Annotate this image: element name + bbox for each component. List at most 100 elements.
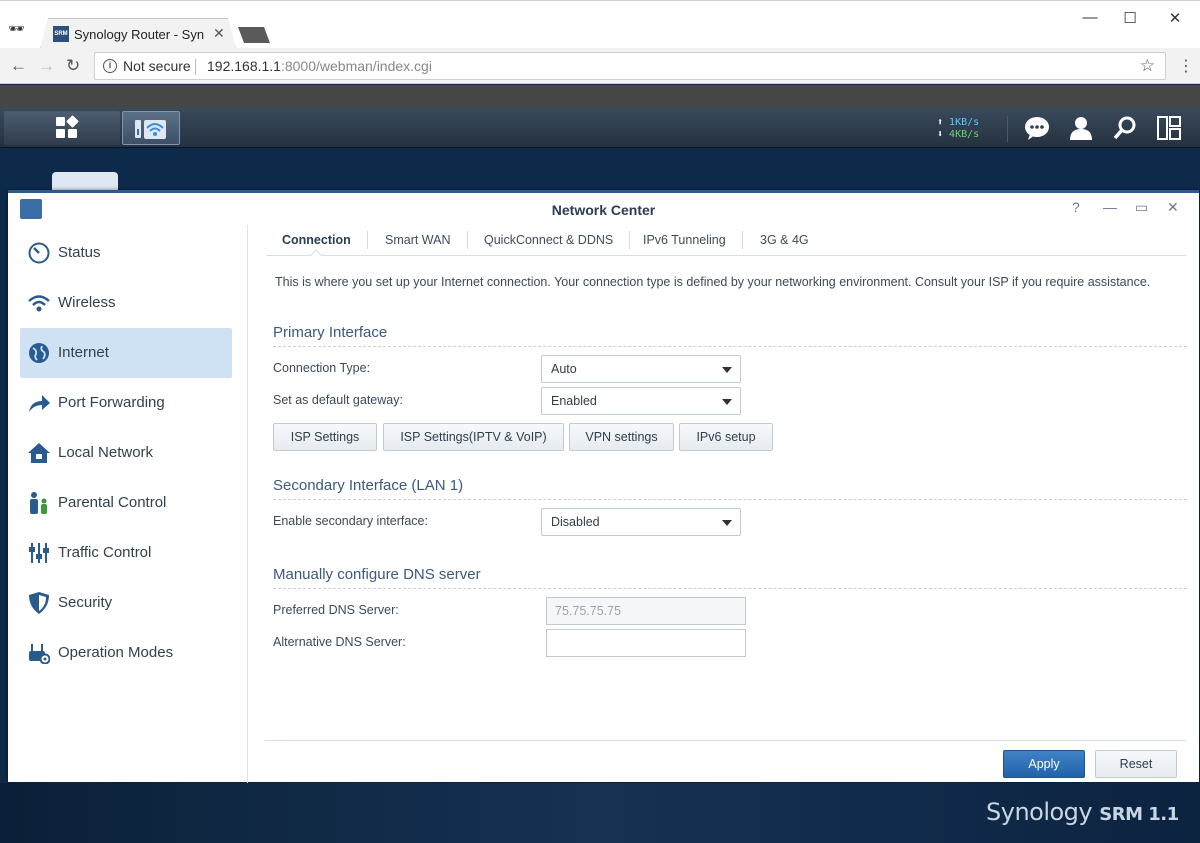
desktop-network-center-shortcut-icon[interactable] [52, 172, 118, 192]
apply-button[interactable]: Apply [1003, 750, 1085, 778]
isp-settings-button[interactable]: ISP Settings [273, 423, 377, 451]
browser-menu-icon[interactable]: ⋮ [1178, 56, 1194, 76]
section-divider [273, 588, 1187, 589]
chevron-down-icon [722, 367, 732, 373]
preferred-dns-placeholder: 75.75.75.75 [555, 604, 622, 618]
globe-icon [29, 343, 49, 363]
info-icon[interactable]: i [103, 59, 117, 73]
default-gateway-select[interactable]: Enabled [541, 387, 741, 415]
dns-heading: Manually configure DNS server [273, 566, 481, 583]
network-center-icon [135, 120, 166, 139]
url-input[interactable]: i Not secure 192.168.1.1:8000/webman/ind… [94, 52, 1166, 80]
main-menu-grid-icon [56, 115, 79, 139]
tab-ipv6-tunneling[interactable]: IPv6 Tunneling [627, 231, 743, 249]
new-tab-button[interactable] [238, 27, 270, 43]
sidebar-item-label: Local Network [58, 444, 154, 461]
sidebar-item-operation-modes[interactable]: Operation Modes [20, 628, 232, 678]
alternative-dns-input[interactable] [546, 629, 746, 657]
close-tab-icon[interactable]: ✕ [213, 25, 225, 42]
help-icon[interactable]: ? [1072, 199, 1080, 215]
brand-product: SRM 1.1 [1099, 804, 1179, 825]
gauge-icon [28, 242, 50, 264]
sidebar: Status Wireless Internet Port Forwarding… [8, 225, 248, 785]
section-divider [273, 499, 1187, 500]
tab-quickconnect-ddns[interactable]: QuickConnect & DDNS [468, 231, 631, 249]
download-speed: 4KB/s [949, 129, 980, 140]
forward-arrow-icon [29, 395, 50, 412]
wifi-icon [28, 295, 50, 312]
secondary-interface-heading: Secondary Interface (LAN 1) [273, 477, 464, 494]
sidebar-item-port-forwarding[interactable]: Port Forwarding [20, 378, 232, 428]
upload-arrow-icon: ⬆ [937, 117, 950, 128]
house-icon [28, 443, 50, 463]
main-menu-button[interactable] [4, 111, 120, 145]
srm-taskbar: ⬆ 1KB/s ⬇ 4KB/s [0, 108, 1200, 148]
forward-icon[interactable]: → [38, 56, 55, 76]
footer-divider [264, 740, 1186, 741]
search-icon[interactable] [1113, 116, 1137, 140]
sidebar-item-status[interactable]: Status [20, 228, 232, 278]
section-divider [273, 346, 1187, 347]
address-bar-row: ← → ↻ i Not secure 192.168.1.1:8000/webm… [0, 48, 1200, 84]
sidebar-item-label: Traffic Control [58, 544, 152, 561]
sidebar-item-wireless[interactable]: Wireless [20, 278, 232, 328]
ipv6-setup-button[interactable]: IPv6 setup [679, 423, 773, 451]
connection-type-select[interactable]: Auto [541, 355, 741, 383]
maximize-window-icon[interactable]: ☐ [1120, 9, 1140, 27]
url-separator [195, 59, 196, 75]
isp-settings-iptv-voip-button[interactable]: ISP Settings(IPTV & VoIP) [383, 423, 564, 451]
security-indicator[interactable]: Not secure [123, 58, 191, 74]
tab-bar: Connection Smart WAN QuickConnect & DDNS… [266, 225, 1186, 261]
sidebar-item-security[interactable]: Security [20, 578, 232, 628]
bookmark-star-icon[interactable]: ☆ [1140, 56, 1155, 76]
tab-connection[interactable]: Connection [266, 231, 368, 249]
preferred-dns-label: Preferred DNS Server: [273, 603, 399, 617]
tab-underline [266, 255, 1186, 256]
sidebar-item-label: Port Forwarding [58, 394, 165, 411]
synology-srm-logo: Synology SRM 1.1 [986, 798, 1179, 826]
enable-secondary-label: Enable secondary interface: [273, 514, 428, 528]
router-gear-icon [29, 644, 50, 664]
close-window-icon[interactable]: ✕ [1165, 9, 1185, 27]
chevron-down-icon [722, 520, 732, 526]
browser-tab[interactable]: SRM Synology Router - Synology ✕ [40, 18, 236, 49]
download-arrow-icon: ⬇ [937, 129, 950, 140]
preferred-dns-input[interactable]: 75.75.75.75 [546, 597, 746, 625]
sidebar-item-internet[interactable]: Internet [20, 328, 232, 378]
tab-smart-wan[interactable]: Smart WAN [369, 231, 468, 249]
incognito-icon: 🕶 [8, 21, 25, 36]
notifications-chat-icon[interactable] [1024, 116, 1050, 140]
back-icon[interactable]: ← [10, 56, 27, 76]
default-gateway-label: Set as default gateway: [273, 393, 403, 407]
window-maximize-icon[interactable]: ▭ [1135, 199, 1148, 216]
network-center-window: Network Center ? — ▭ ✕ Status Wireless I… [8, 190, 1199, 785]
widgets-icon[interactable] [1157, 116, 1181, 140]
sidebar-item-label: Status [58, 244, 101, 261]
family-icon [30, 492, 47, 514]
url-text[interactable]: 192.168.1.1:8000/webman/index.cgi [207, 58, 432, 74]
sidebar-item-parental-control[interactable]: Parental Control [20, 478, 232, 528]
vpn-settings-button[interactable]: VPN settings [569, 423, 674, 451]
minimize-window-icon[interactable]: — [1080, 9, 1100, 26]
network-center-taskbar-button[interactable] [122, 111, 180, 145]
connection-type-label: Connection Type: [273, 361, 371, 375]
sidebar-item-local-network[interactable]: Local Network [20, 428, 232, 478]
network-speed-indicator: ⬆ 1KB/s ⬇ 4KB/s [937, 117, 979, 141]
reload-icon[interactable]: ↻ [66, 56, 80, 76]
connection-type-value: Auto [551, 362, 577, 376]
url-path: :8000/webman/index.cgi [280, 58, 432, 74]
user-icon[interactable] [1069, 116, 1093, 140]
tab-title: Synology Router - Synology [74, 27, 204, 42]
window-minimize-icon[interactable]: — [1103, 199, 1117, 215]
sliders-icon [29, 543, 49, 563]
tab-3g-4g[interactable]: 3G & 4G [744, 231, 825, 249]
window-close-icon[interactable]: ✕ [1167, 199, 1179, 216]
reset-button[interactable]: Reset [1095, 750, 1177, 778]
desktop-top-band [0, 85, 1200, 109]
enable-secondary-value: Disabled [551, 515, 600, 529]
browser-titlebar: 🕶 SRM Synology Router - Synology ✕ — ☐ ✕ [0, 0, 1200, 49]
url-host: 192.168.1.1 [207, 58, 281, 74]
sidebar-item-traffic-control[interactable]: Traffic Control [20, 528, 232, 578]
enable-secondary-select[interactable]: Disabled [541, 508, 741, 536]
sidebar-item-label: Internet [58, 344, 109, 361]
